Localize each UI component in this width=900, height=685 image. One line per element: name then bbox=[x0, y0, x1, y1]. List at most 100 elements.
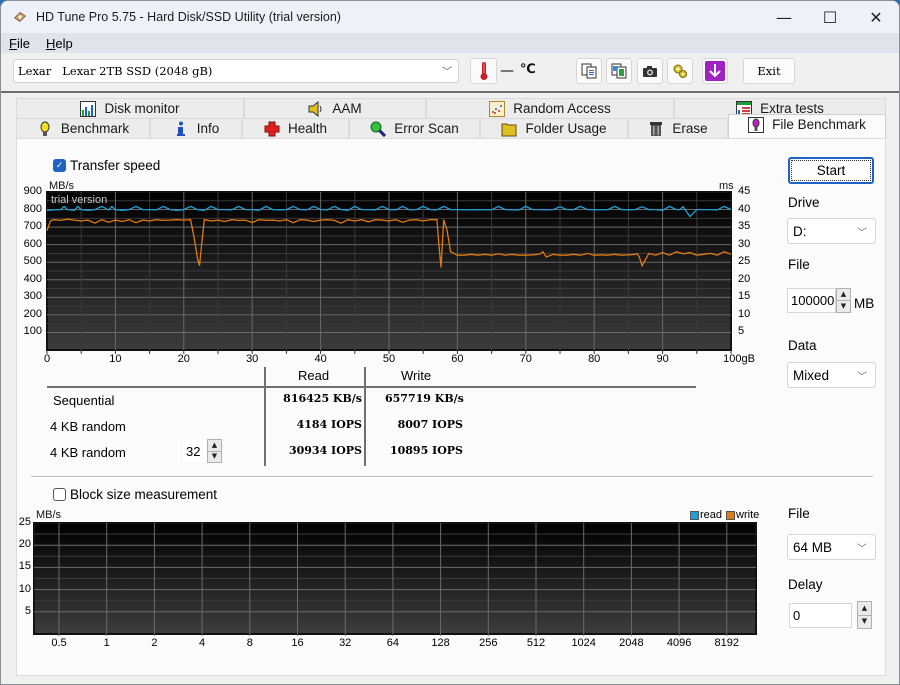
block-y-tick-label: 20 bbox=[18, 538, 31, 551]
legend-write-label: write bbox=[736, 509, 760, 521]
block-size-label: Block size measurement bbox=[70, 487, 218, 502]
y-tick-label: 800 bbox=[23, 202, 42, 215]
start-button[interactable]: Start bbox=[788, 157, 874, 184]
file-size-label: File bbox=[788, 257, 810, 272]
file-size-input[interactable]: 100000 bbox=[787, 288, 836, 313]
block-y-tick-label: 15 bbox=[18, 560, 31, 573]
block-file-combo[interactable]: 64 MB ﹀ bbox=[787, 534, 876, 560]
table-header-line bbox=[47, 386, 696, 388]
tab-file-benchmark[interactable]: File Benchmark bbox=[728, 114, 886, 138]
stepper-up-icon[interactable]: ▲ bbox=[208, 440, 221, 451]
y-tick-right-label: 20 bbox=[738, 272, 751, 285]
legend-read-label: read bbox=[700, 509, 723, 521]
y-tick-right-label: 35 bbox=[738, 220, 751, 233]
write-header: Write bbox=[401, 368, 432, 383]
file-size-stepper[interactable]: ▲ ▼ bbox=[836, 288, 851, 313]
y-tick-right-label: 5 bbox=[738, 325, 745, 338]
random-4kb-label: 4 KB random bbox=[50, 419, 126, 434]
read-header: Read bbox=[298, 368, 330, 383]
file-benchmark-icon bbox=[748, 117, 765, 133]
block-size-checkbox[interactable]: Block size measurement bbox=[53, 487, 217, 502]
app-window: HD Tune Pro 5.75 - Hard Disk/SSD Utility… bbox=[0, 0, 900, 685]
drive-combo-value: D: bbox=[793, 223, 807, 239]
queue-depth-stepper[interactable]: ▲ ▼ bbox=[207, 439, 222, 463]
chevron-down-icon: ﹀ bbox=[857, 228, 867, 239]
stepper-up-icon[interactable]: ▲ bbox=[858, 602, 871, 615]
x-tick-label: 50 bbox=[382, 353, 396, 365]
random-4kb-qd-read-value: 30934 IOPS bbox=[288, 444, 362, 457]
block-x-tick-label: 64 bbox=[386, 637, 400, 649]
block-x-tick-label: 128 bbox=[431, 637, 450, 649]
block-x-tick-label: 8 bbox=[246, 637, 253, 649]
data-pattern-combo[interactable]: Mixed ﹀ bbox=[787, 362, 876, 388]
queue-depth-input[interactable]: 32 bbox=[183, 440, 207, 462]
block-x-tick-label: 0.5 bbox=[51, 637, 67, 649]
chevron-down-icon: ﹀ bbox=[857, 544, 867, 555]
block-y-axis-label: MB/s bbox=[36, 509, 62, 521]
x-tick-label: 30 bbox=[246, 353, 259, 365]
x-tick-label: 60 bbox=[451, 353, 464, 365]
trial-watermark: trial version bbox=[51, 194, 108, 206]
sequential-read-value: 816425 KB/s bbox=[283, 392, 362, 405]
random-4kb-qd-label: 4 KB random bbox=[50, 445, 126, 460]
y-tick-right-label: 40 bbox=[738, 202, 751, 215]
y-tick-label: 900 bbox=[23, 185, 42, 197]
x-tick-label: 40 bbox=[314, 353, 327, 365]
random-4kb-write-value: 8007 IOPS bbox=[397, 418, 463, 431]
chevron-down-icon: ﹀ bbox=[857, 372, 867, 383]
x-tick-label: 10 bbox=[109, 353, 122, 365]
x-tick-label: 90 bbox=[656, 353, 669, 365]
stepper-down-icon[interactable]: ▼ bbox=[837, 300, 850, 312]
block-x-tick-label: 8192 bbox=[714, 637, 740, 649]
x-tick-label: 70 bbox=[519, 353, 532, 365]
legend-read-swatch bbox=[690, 510, 699, 520]
stepper-down-icon[interactable]: ▼ bbox=[858, 614, 871, 629]
block-x-tick-label: 4 bbox=[199, 637, 206, 649]
block-x-tick-label: 16 bbox=[291, 637, 304, 649]
delay-stepper[interactable]: ▲ ▼ bbox=[857, 601, 872, 629]
file-size-value: 100000 bbox=[791, 293, 835, 308]
block-x-tick-label: 1 bbox=[103, 637, 110, 649]
data-pattern-value: Mixed bbox=[793, 367, 830, 383]
x-tick-label: 0 bbox=[43, 353, 51, 365]
block-y-tick-label: 25 bbox=[18, 516, 31, 528]
y-tick-label: 400 bbox=[23, 272, 42, 285]
x-tick-label: 80 bbox=[588, 353, 601, 365]
stepper-up-icon[interactable]: ▲ bbox=[837, 289, 850, 300]
y-tick-right-label: 15 bbox=[738, 290, 751, 303]
block-x-tick-label: 2 bbox=[151, 637, 158, 649]
y-tick-label: 700 bbox=[23, 220, 42, 233]
block-file-label: File bbox=[788, 506, 810, 521]
block-x-tick-label: 1024 bbox=[571, 637, 596, 649]
legend-write-swatch bbox=[726, 510, 736, 520]
tab-label: File Benchmark bbox=[772, 117, 866, 132]
delay-label: Delay bbox=[788, 577, 823, 592]
block-y-tick-label: 10 bbox=[18, 582, 31, 595]
random-4kb-qd-write-value: 10895 IOPS bbox=[389, 444, 463, 457]
y-tick-right-label: 45 bbox=[738, 185, 751, 197]
sequential-write-value: 657719 KB/s bbox=[385, 392, 464, 405]
x-tick-label: 20 bbox=[177, 353, 190, 365]
stepper-down-icon[interactable]: ▼ bbox=[208, 450, 221, 463]
y-tick-label: 200 bbox=[23, 307, 42, 320]
file-size-unit: MB bbox=[854, 296, 875, 311]
block-x-tick-label: 256 bbox=[479, 637, 498, 649]
y-tick-label: 300 bbox=[23, 290, 42, 303]
transfer-speed-chart bbox=[46, 191, 732, 354]
block-x-tick-label: 4096 bbox=[666, 637, 692, 649]
sequential-label: Sequential bbox=[53, 393, 115, 408]
data-label: Data bbox=[788, 338, 817, 353]
section-divider bbox=[31, 476, 873, 477]
block-x-tick-label: 32 bbox=[339, 637, 352, 649]
delay-input[interactable]: 0 bbox=[789, 603, 852, 628]
x-tick-label: 100gB bbox=[723, 353, 755, 365]
block-file-value: 64 MB bbox=[793, 539, 833, 555]
delay-value: 0 bbox=[793, 608, 801, 623]
queue-depth-value: 32 bbox=[186, 443, 201, 459]
drive-combo[interactable]: D: ﹀ bbox=[787, 218, 876, 244]
block-x-tick-label: 2048 bbox=[619, 637, 644, 649]
drive-label: Drive bbox=[788, 195, 820, 210]
block-x-tick-label: 512 bbox=[526, 637, 546, 649]
y-tick-right-label: 30 bbox=[738, 237, 751, 250]
y-tick-label: 100 bbox=[23, 325, 42, 338]
